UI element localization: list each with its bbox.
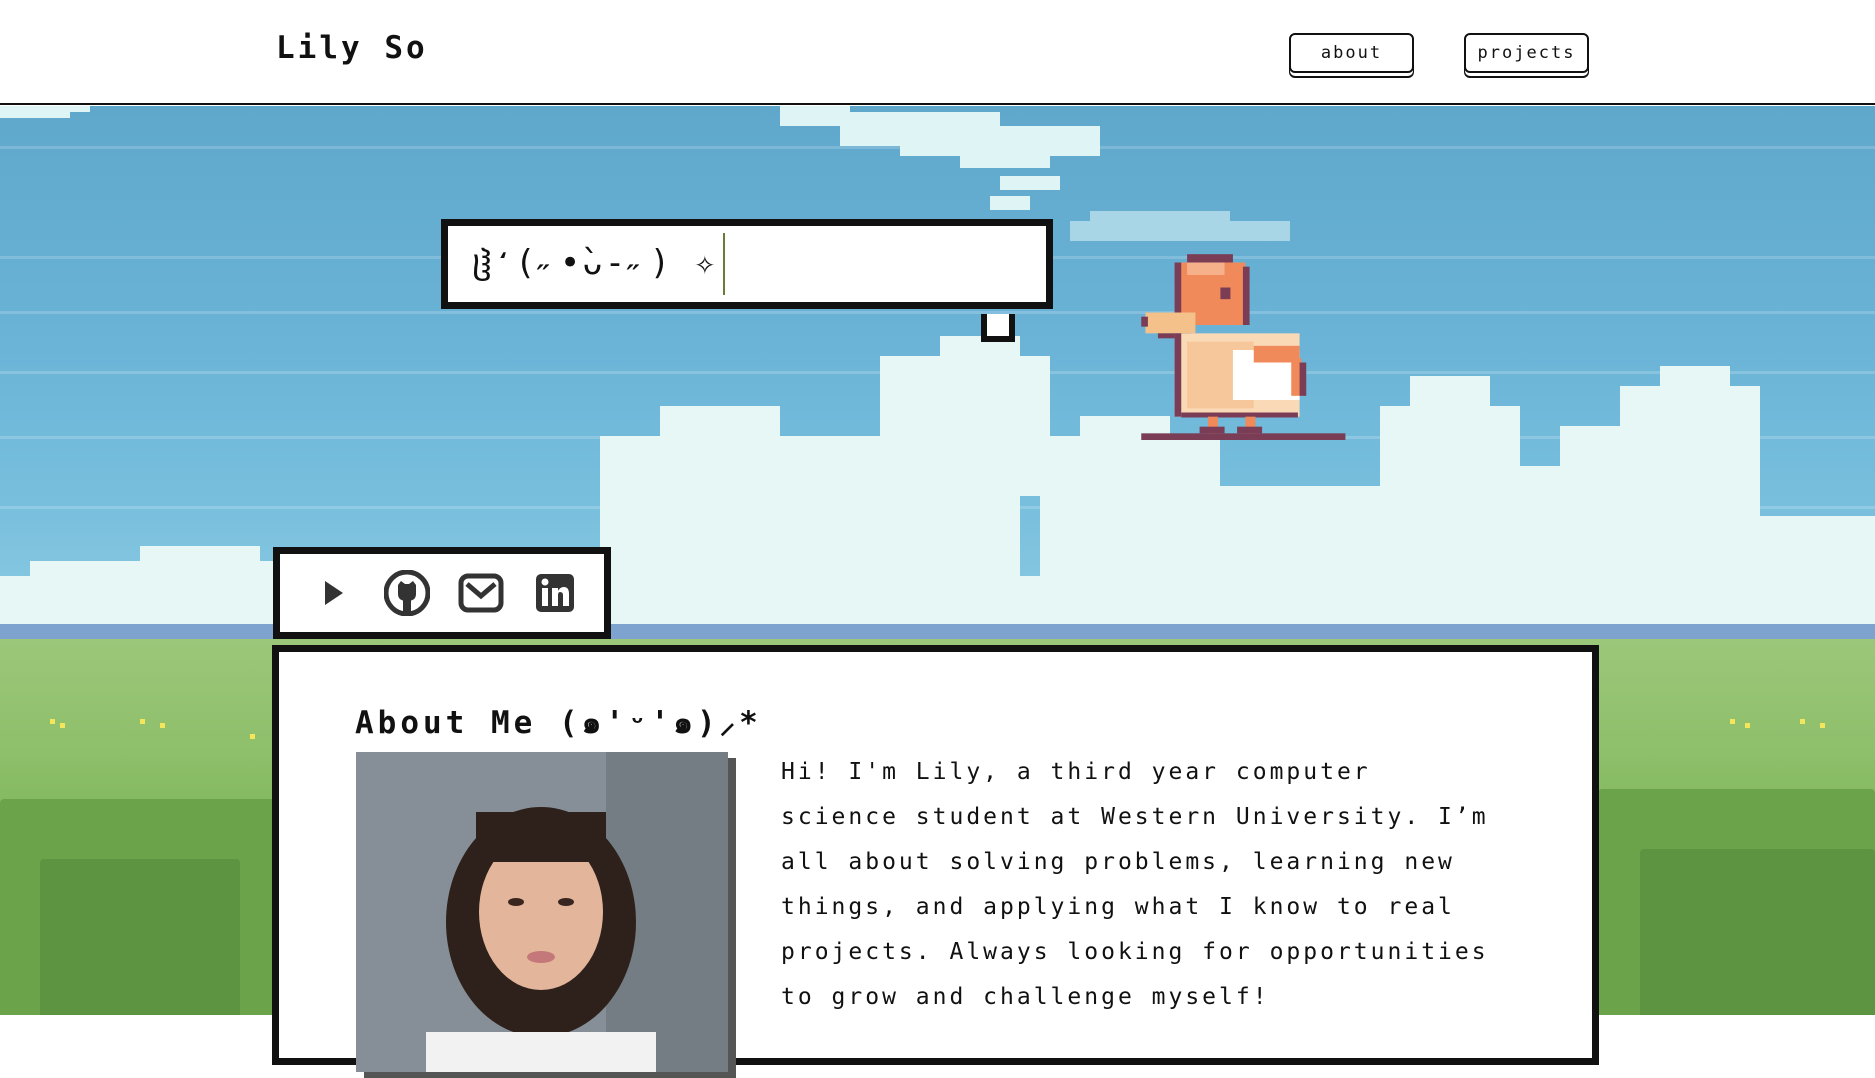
play-icon[interactable] [310, 570, 356, 616]
about-description: Hi! I'm Lily, a third year computer scie… [781, 759, 1489, 1010]
speech-bubble-tail [981, 314, 1015, 342]
profile-photo [356, 752, 736, 1078]
social-links-box [273, 547, 611, 639]
linkedin-icon[interactable] [532, 570, 578, 616]
nav-projects-button[interactable]: projects [1464, 33, 1589, 73]
speech-bubble: ჱ̒(˶•̀ᴗ-˶) ✧ [441, 219, 1053, 309]
mail-icon[interactable] [458, 570, 504, 616]
top-nav: Lily So about projects [0, 0, 1875, 105]
about-me-card: About Me (๑'ᵕ'๑)⸝* Hi! I'm Lily, a third… [272, 645, 1599, 1078]
text-caret [723, 233, 726, 295]
profile-photo-image [356, 752, 728, 1072]
about-title: About Me (๑'ᵕ'๑)⸝* [355, 705, 762, 741]
nav-about-button[interactable]: about [1289, 33, 1414, 73]
github-icon[interactable] [384, 570, 430, 616]
speech-bubble-text: ჱ̒(˶•̀ᴗ-˶) ✧ [472, 243, 718, 283]
pixel-duck-illustration [1141, 254, 1346, 440]
site-brand[interactable]: Lily So [276, 30, 428, 66]
